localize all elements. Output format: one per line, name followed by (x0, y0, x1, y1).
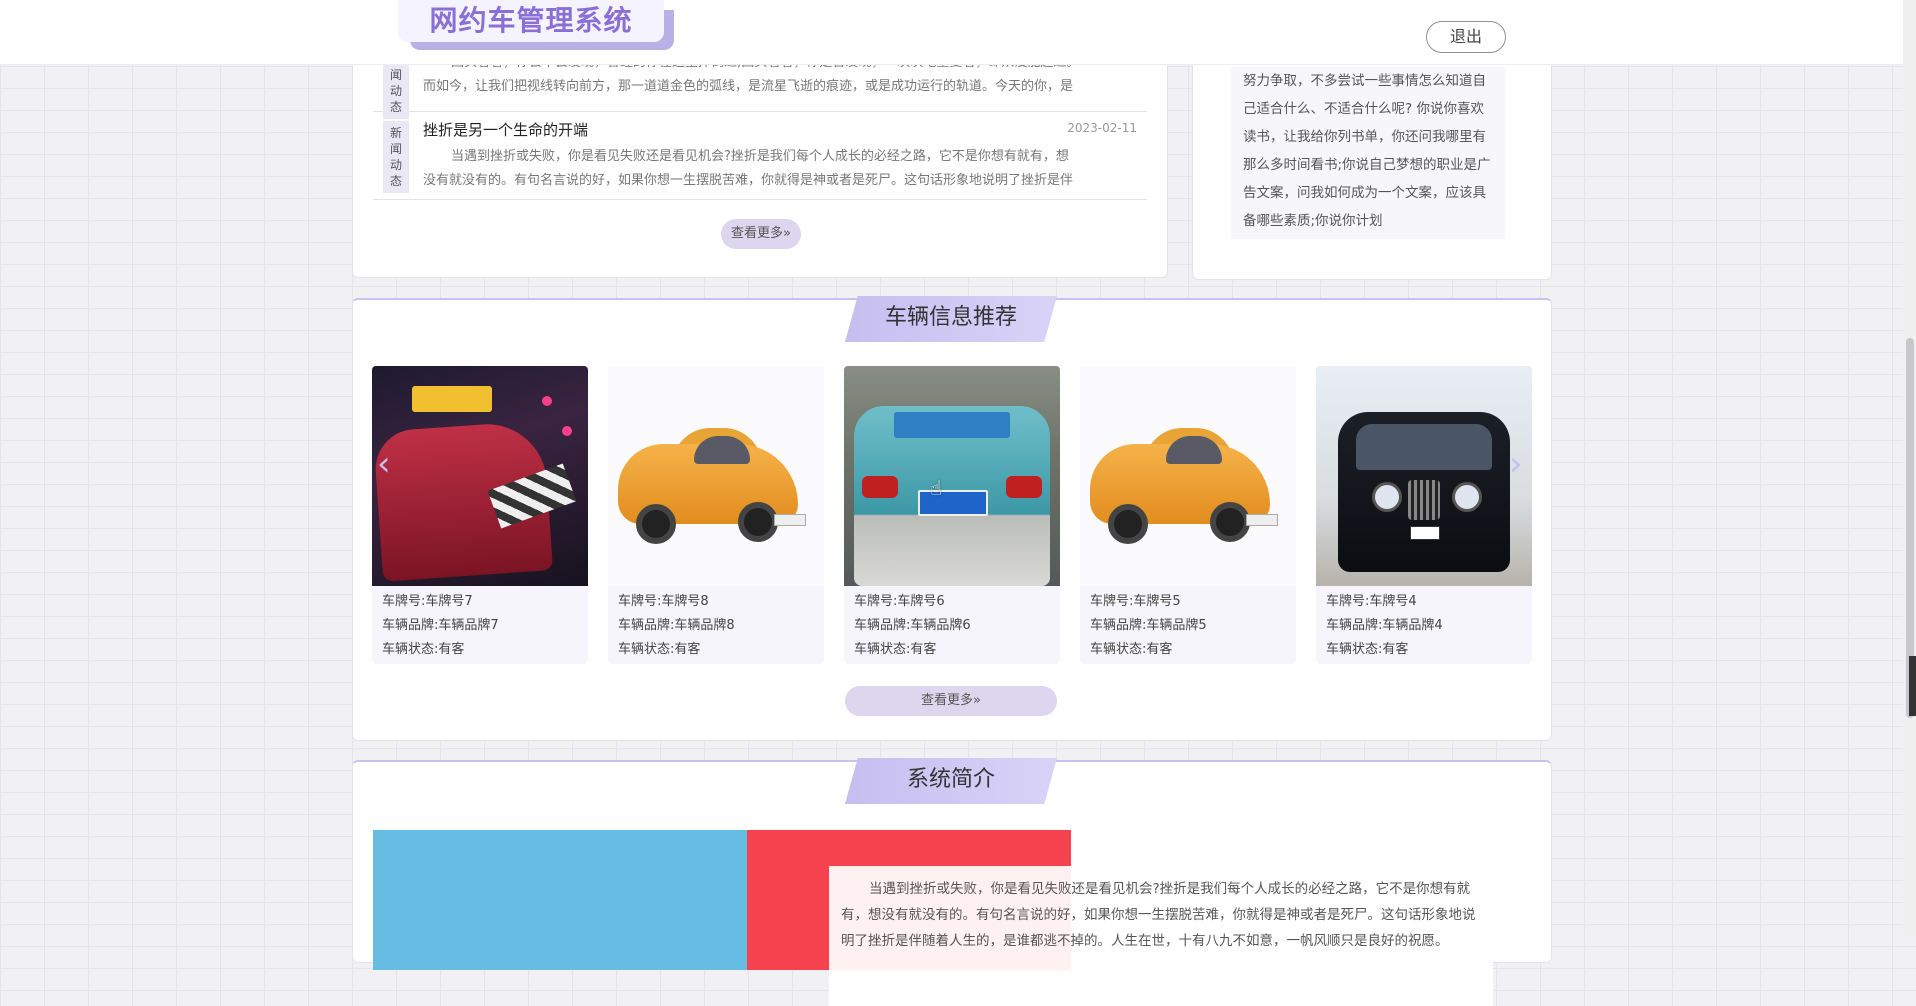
car-windshield (1356, 424, 1492, 470)
vehicle-card[interactable]: 车牌号:车牌号6 车辆品牌:车辆品牌6 车辆状态:有客 (844, 366, 1060, 664)
vehicle-plate: 车牌号:车牌号7 (382, 594, 473, 609)
vehicle-card[interactable]: 车牌号:车牌号8 车辆品牌:车辆品牌8 车辆状态:有客 (608, 366, 824, 664)
car-plate (1410, 526, 1440, 540)
vehicle-info: 车牌号:车牌号4 车辆品牌:车辆品牌4 车辆状态:有客 (1326, 590, 1443, 662)
vehicle-image-black-cab[interactable] (1316, 366, 1532, 586)
car-wheel (1210, 502, 1250, 542)
vehicle-image-cartoon-taxi[interactable] (1080, 366, 1296, 586)
news-tag: 新闻动态 (383, 52, 409, 119)
car-wheel (1108, 504, 1148, 544)
news-body-line: 当遇到挫折或失败，你是看见失败还是看见机会?挫折是我们每个人成长的必经之路，它不… (451, 149, 1069, 164)
scrollbar-marker (1909, 656, 1916, 716)
vehicle-plate: 车牌号:车牌号8 (618, 594, 709, 609)
vehicle-status: 车辆状态:有客 (618, 642, 701, 657)
vehicle-plate: 车牌号:车牌号5 (1090, 594, 1181, 609)
chevron-left-icon[interactable]: ‹ (377, 444, 391, 484)
vehicle-brand: 车辆品牌:车辆品牌7 (382, 618, 499, 633)
vehicle-more-button[interactable]: 查看更多» (845, 686, 1057, 716)
vehicle-info: 车牌号:车牌号5 车辆品牌:车辆品牌5 车辆状态:有客 (1090, 590, 1207, 662)
logout-button[interactable]: 退出 (1426, 21, 1506, 53)
news-more-button[interactable]: 查看更多» (721, 219, 801, 249)
logo[interactable]: 网约车管理系统 (398, 0, 678, 50)
news-item[interactable]: 新闻动态 挫折是另一个生命的开端 2023-02-11 当遇到挫折或失败，你是看… (373, 115, 1147, 200)
vehicle-brand: 车辆品牌:车辆品牌8 (618, 618, 735, 633)
vehicle-section-title: 车辆信息推荐 (845, 296, 1057, 342)
roof-banner (894, 412, 1010, 438)
logo-text: 网约车管理系统 (398, 0, 664, 42)
vehicle-image-teal-taxi[interactable] (844, 366, 1060, 586)
news-date: 2023-02-11 (1067, 121, 1137, 135)
tail-light (862, 476, 898, 498)
vehicle-info: 车牌号:车牌号8 车辆品牌:车辆品牌8 车辆状态:有客 (618, 590, 735, 662)
neon-light (562, 426, 572, 436)
vehicle-status: 车辆状态:有客 (1326, 642, 1409, 657)
news-item[interactable]: 新闻动态 回头看看，你会不会发现，曾经的你在这里摔倒过;回头看看，你是否发现，一… (373, 52, 1147, 119)
vehicle-brand: 车辆品牌:车辆品牌4 (1326, 618, 1443, 633)
news-panel: 新闻动态 回头看看，你会不会发现，曾经的你在这里摔倒过;回头看看，你是否发现，一… (352, 30, 1168, 278)
vehicle-image-cartoon-taxi[interactable] (608, 366, 824, 586)
car-wheel (738, 502, 778, 542)
intro-panel: 系统简介 当遇到挫折或失败，你是看见失败还是看见机会?挫折是我们每个人成长的必经… (352, 758, 1552, 1006)
vehicle-info: 车牌号:车牌号6 车辆品牌:车辆品牌6 车辆状态:有客 (854, 590, 971, 662)
intro-text: 当遇到挫折或失败，你是看见失败还是看见机会?挫折是我们每个人成长的必经之路，它不… (829, 866, 1493, 1006)
vehicle-card[interactable]: 车牌号:车牌号5 车辆品牌:车辆品牌5 车辆状态:有客 (1080, 366, 1296, 664)
vehicle-image-night-taxi[interactable] (372, 366, 588, 586)
news-body-line: 没有就没有的。有句名言说的好，如果你想一生摆脱苦难，你就得是神或者是死尸。这句话… (423, 173, 1074, 188)
chevron-right-icon[interactable]: › (1509, 444, 1523, 484)
car-grille (1408, 480, 1440, 520)
vehicle-panel: 车辆信息推荐 车牌号:车牌号7 车辆品牌:车辆品牌7 车辆状态:有客 车牌号:车… (352, 296, 1552, 741)
headlight (1452, 482, 1482, 512)
vehicle-card[interactable]: 车牌号:车牌号7 车辆品牌:车辆品牌7 车辆状态:有客 (372, 366, 588, 664)
vehicle-plate: 车牌号:车牌号4 (1326, 594, 1417, 609)
car-wheel (636, 504, 676, 544)
neon-light (542, 396, 552, 406)
side-text: 努力争取，不多尝试一些事情怎么知道自己适合什么、不适合什么呢? 你说你喜欢读书，… (1231, 67, 1505, 239)
intro-image-blue (373, 830, 747, 970)
side-panel: 努力争取，不多尝试一些事情怎么知道自己适合什么、不适合什么呢? 你说你喜欢读书，… (1192, 30, 1552, 280)
top-header: 网约车管理系统 退出 (0, 0, 1916, 65)
news-title[interactable]: 挫折是另一个生命的开端 (423, 119, 588, 140)
car-plate (1246, 514, 1278, 526)
taxi-sign (412, 386, 492, 412)
vehicle-brand: 车辆品牌:车辆品牌5 (1090, 618, 1207, 633)
news-body: 当遇到挫折或失败，你是看见失败还是看见机会?挫折是我们每个人成长的必经之路，它不… (423, 145, 1137, 195)
vehicle-status: 车辆状态:有客 (1090, 642, 1173, 657)
car-plate (918, 490, 988, 516)
intro-section-title: 系统简介 (845, 758, 1057, 804)
news-body-line: 而如今，让我们把视线转向前方，那一道道金色的弧线，是流星飞逝的痕迹，或是成功运行… (423, 79, 1074, 94)
vehicle-status: 车辆状态:有客 (382, 642, 465, 657)
vehicle-plate: 车牌号:车牌号6 (854, 594, 945, 609)
vehicle-card[interactable]: 车牌号:车牌号4 车辆品牌:车辆品牌4 车辆状态:有客 (1316, 366, 1532, 664)
vehicle-info: 车牌号:车牌号7 车辆品牌:车辆品牌7 车辆状态:有客 (382, 590, 499, 662)
news-tag-text: 新闻动态 (389, 126, 402, 188)
news-tag: 新闻动态 (383, 121, 409, 193)
hand-cursor-icon: ☝ (930, 476, 943, 500)
car-plate (774, 514, 806, 526)
vehicle-status: 车辆状态:有客 (854, 642, 937, 657)
headlight (1372, 482, 1402, 512)
vehicle-brand: 车辆品牌:车辆品牌6 (854, 618, 971, 633)
tail-light (1006, 476, 1042, 498)
